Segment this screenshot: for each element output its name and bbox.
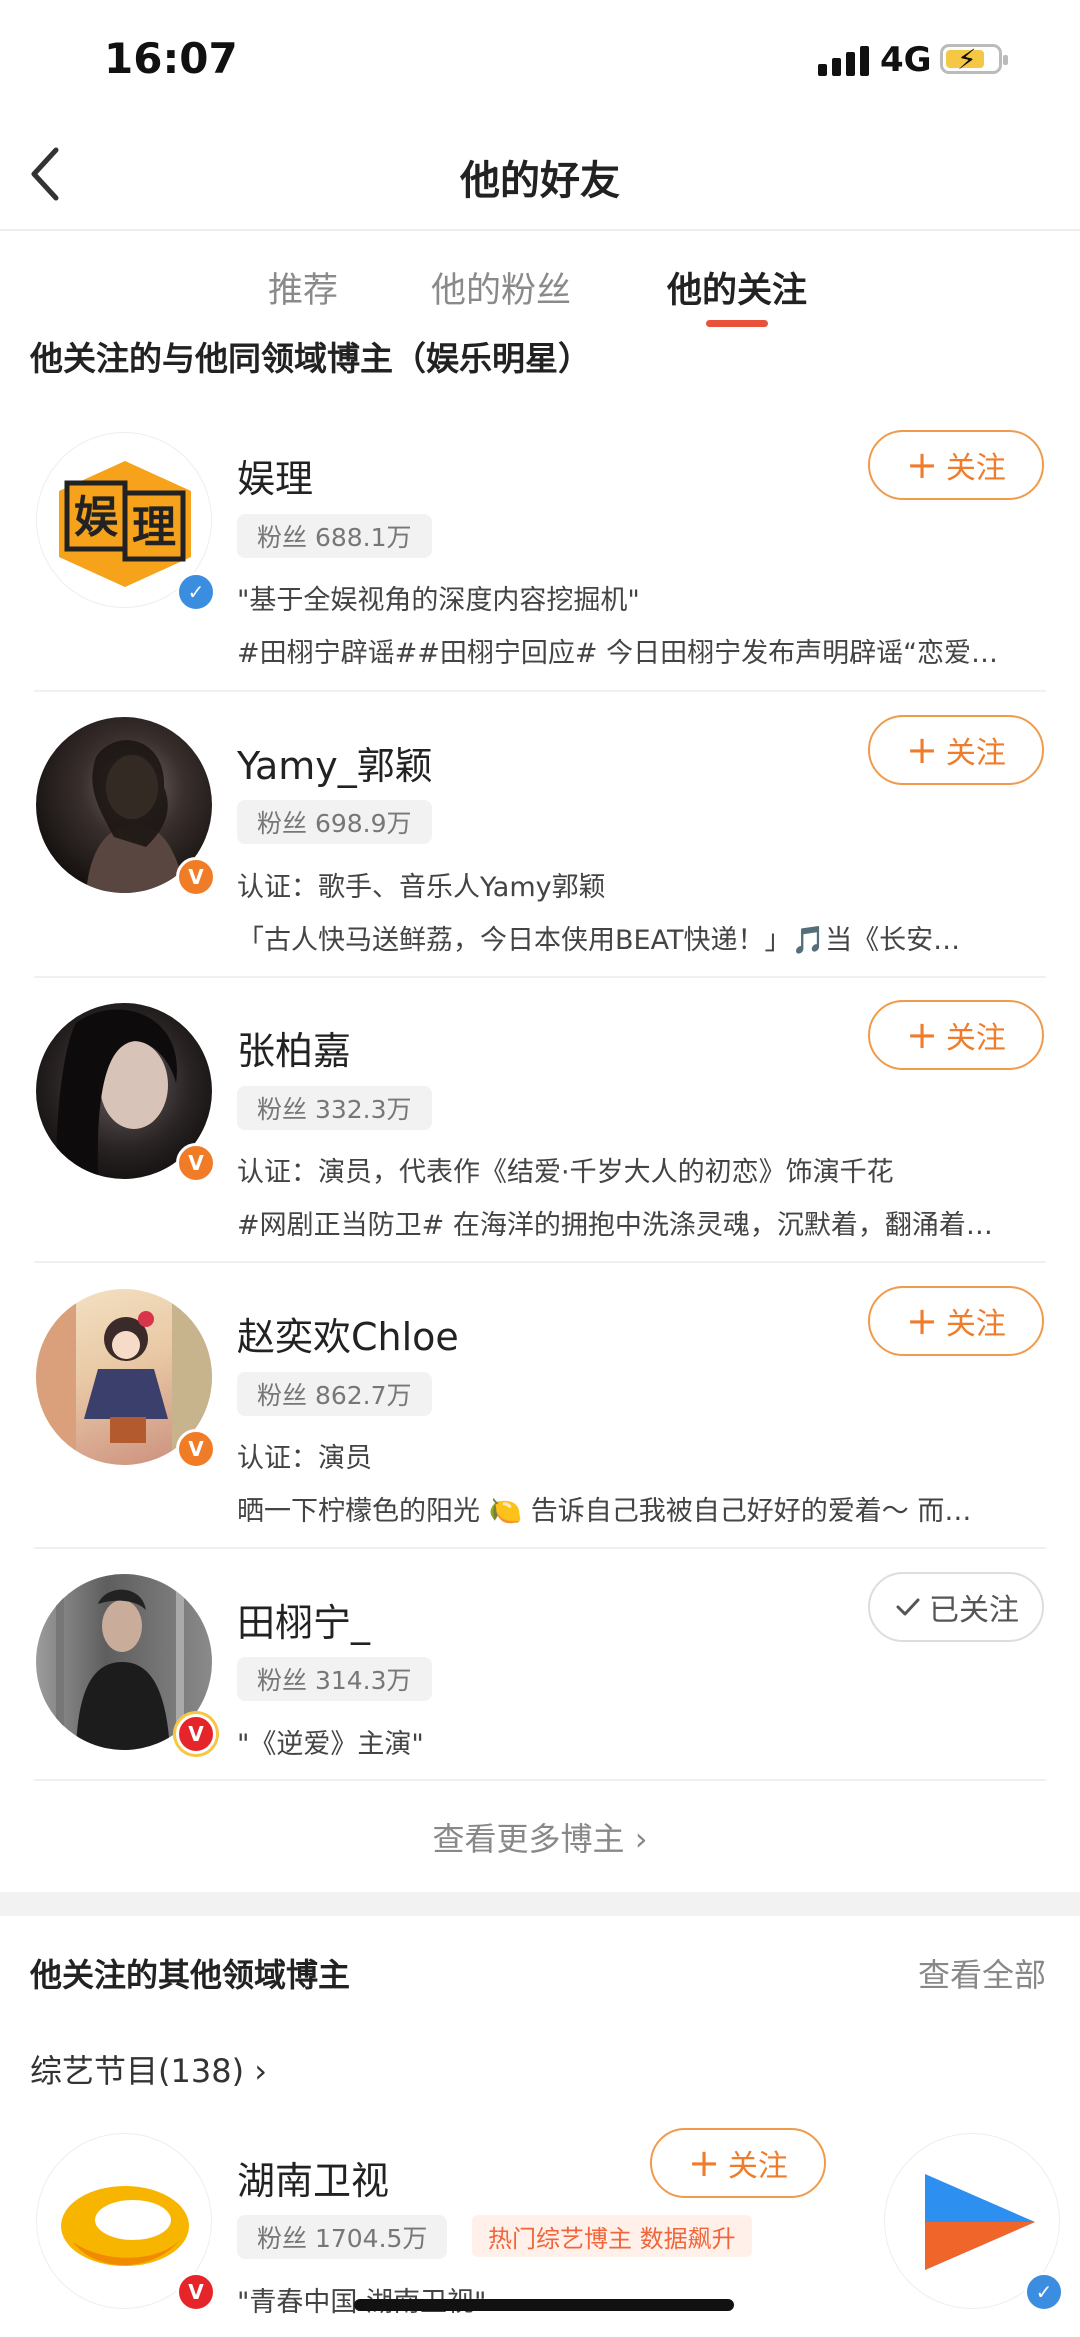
- plus-icon: +: [906, 1299, 938, 1343]
- user-latest-post: 晒一下柠檬色的阳光 🍋 告诉自己我被自己好好的爱着～ 而…: [237, 1496, 972, 1527]
- battery-icon: ⚡: [940, 43, 1008, 76]
- signal-icon: [818, 46, 869, 76]
- fans-count: 粉丝 862.7万: [237, 1372, 432, 1416]
- section-separator: [0, 1892, 1080, 1916]
- fans-count: 粉丝 688.1万: [237, 514, 432, 558]
- following-button[interactable]: 已关注: [868, 1572, 1044, 1642]
- user-bio: 认证：歌手、音乐人Yamy郭颖: [237, 872, 606, 903]
- home-indicator: [354, 2299, 734, 2311]
- user-latest-post: #田栩宁辟谣##田栩宁回应# 今日田栩宁发布声明辟谣“恋爱…: [237, 638, 999, 669]
- verified-badge-icon: V: [176, 1429, 216, 1469]
- follow-button[interactable]: + 关注: [868, 1000, 1044, 1070]
- other-section-title: 他关注的其他领域博主: [30, 1956, 351, 1994]
- fans-count: 粉丝 1704.5万: [237, 2215, 448, 2259]
- verified-badge-icon: V: [176, 1714, 216, 1754]
- header-divider: [0, 229, 1080, 231]
- user-name[interactable]: 张柏嘉: [237, 1020, 351, 1075]
- hot-tag-badge: 热门综艺博主 数据飙升: [472, 2215, 752, 2257]
- verified-badge-icon: ✓: [1024, 2272, 1064, 2312]
- follow-button[interactable]: + 关注: [868, 715, 1044, 785]
- user-name[interactable]: 赵奕欢Chloe: [237, 1306, 459, 1361]
- tab-fans[interactable]: 他的粉丝: [431, 262, 571, 313]
- user-name[interactable]: 田栩宁_: [237, 1592, 370, 1647]
- verified-badge-icon: ✓: [176, 572, 216, 612]
- user-latest-post: #网剧正当防卫# 在海洋的拥抱中洗涤灵魂，沉默着，翻涌着…: [237, 1210, 993, 1241]
- user-bio: 认证：演员: [237, 1443, 372, 1474]
- fans-count: 粉丝 698.9万: [237, 800, 432, 844]
- verified-badge-icon: V: [176, 857, 216, 897]
- chevron-right-icon: ›: [624, 1820, 648, 1858]
- user-name[interactable]: 娱理: [237, 448, 313, 503]
- chevron-right-icon: ›: [244, 2052, 268, 2090]
- verified-badge-icon: V: [176, 1143, 216, 1183]
- row-divider: [34, 1547, 1046, 1549]
- user-latest-post: 「古人快马送鲜荔，今日本侠用BEAT快递！」🎵当《长安…: [237, 925, 961, 956]
- user-bio: 认证：演员，代表作《结爱·千岁大人的初恋》饰演千花: [237, 1157, 894, 1188]
- see-more-bloggers-link[interactable]: 查看更多博主 ›: [0, 1814, 1080, 1860]
- follow-button[interactable]: + 关注: [650, 2128, 826, 2198]
- plus-icon: +: [906, 443, 938, 487]
- page-title: 他的好友: [460, 158, 620, 204]
- follow-button[interactable]: + 关注: [868, 1286, 1044, 1356]
- channel-name[interactable]: 湖南卫视: [237, 2150, 389, 2205]
- plus-icon: +: [906, 1013, 938, 1057]
- view-all-link[interactable]: 查看全部: [918, 1950, 1046, 1996]
- svg-text:娱: 娱: [74, 492, 118, 543]
- verified-badge-icon: V: [176, 2272, 216, 2312]
- row-divider: [34, 1261, 1046, 1263]
- row-divider: [34, 1779, 1046, 1781]
- fans-count: 粉丝 314.3万: [237, 1657, 432, 1701]
- section-title: 他关注的与他同领域博主（娱乐明星）: [30, 339, 591, 378]
- category-link[interactable]: 综艺节目(138) ›: [30, 2046, 267, 2092]
- checkmark-icon: [896, 1598, 920, 1616]
- plus-icon: +: [688, 2141, 720, 2185]
- network-label: 4G: [880, 40, 932, 80]
- user-bio: "基于全娱视角的深度内容挖掘机": [237, 585, 640, 616]
- row-divider: [34, 690, 1046, 692]
- fans-count: 粉丝 332.3万: [237, 1086, 432, 1130]
- tab-recommend[interactable]: 推荐: [268, 262, 338, 313]
- user-name[interactable]: Yamy_郭颖: [237, 735, 433, 790]
- user-bio: "《逆爱》主演": [237, 1729, 424, 1760]
- svg-text:理: 理: [132, 502, 176, 553]
- tab-following[interactable]: 他的关注: [667, 262, 807, 313]
- status-time: 16:07: [104, 34, 238, 83]
- plus-icon: +: [906, 728, 938, 772]
- tab-indicator: [706, 320, 768, 327]
- follow-button[interactable]: + 关注: [868, 430, 1044, 500]
- row-divider: [34, 976, 1046, 978]
